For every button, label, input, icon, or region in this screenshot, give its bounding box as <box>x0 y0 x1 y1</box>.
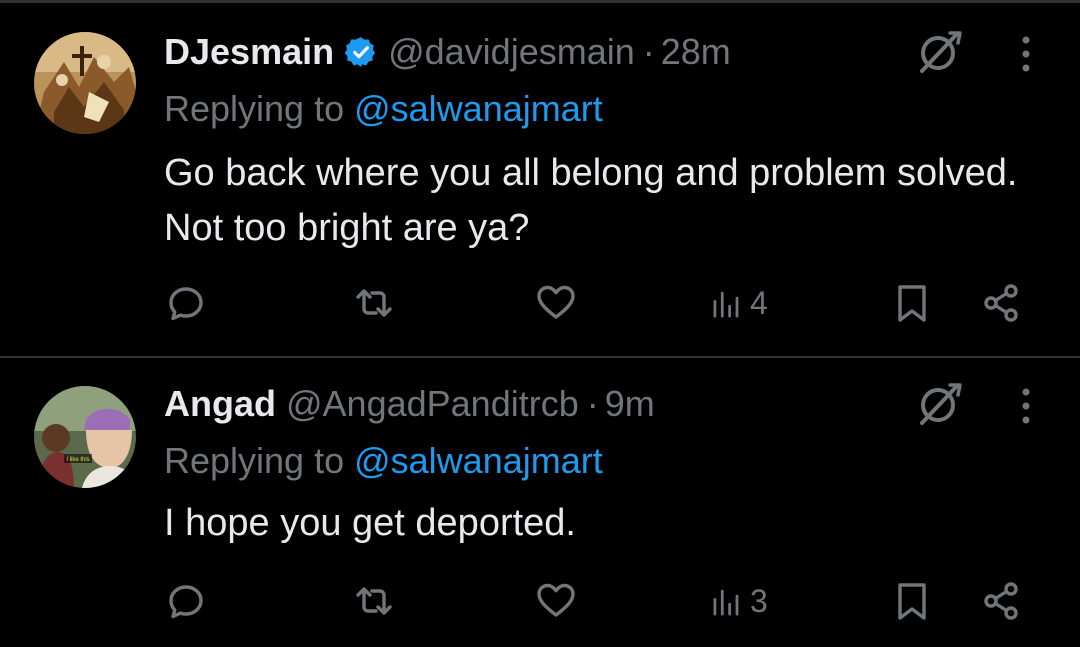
share-icon <box>984 582 1018 620</box>
views-button[interactable]: 4 <box>710 273 768 333</box>
views-count: 3 <box>750 582 768 619</box>
like-icon <box>537 285 575 319</box>
grok-icon[interactable] <box>914 27 964 77</box>
like-button[interactable] <box>534 571 578 631</box>
views-count: 4 <box>750 284 768 321</box>
views-button[interactable]: 3 <box>710 571 768 631</box>
views-icon <box>713 291 739 318</box>
tweet-header: Angad @AngadPanditrcb · 9m <box>164 374 655 434</box>
retweet-button[interactable] <box>352 571 396 631</box>
tweet[interactable]: I like this Angad @AngadPanditrcb · 9m R… <box>0 358 1080 647</box>
mention-link[interactable]: @salwanajmart <box>354 440 603 481</box>
separator-dot: · <box>586 383 599 424</box>
retweet-icon <box>356 587 392 615</box>
reply-button[interactable] <box>164 273 208 333</box>
bookmark-button[interactable] <box>890 571 934 631</box>
tweet-header: DJesmain @davidjesmain · 28m <box>164 22 731 82</box>
replying-to: Replying to @salwanajmart <box>164 88 603 130</box>
bookmark-button[interactable] <box>890 273 934 333</box>
tweet-text: Go back where you all belong and problem… <box>164 152 1018 249</box>
avatar-caption: I like this <box>66 457 89 463</box>
views-icon <box>713 589 739 616</box>
reply-icon <box>169 287 203 321</box>
more-icon[interactable] <box>1015 34 1037 74</box>
separator-dot: · <box>642 31 655 72</box>
display-name[interactable]: Angad <box>164 383 276 425</box>
tweet[interactable]: DJesmain @davidjesmain · 28m Replying to… <box>0 0 1080 358</box>
bookmark-icon <box>898 285 926 322</box>
share-button[interactable] <box>980 273 1024 333</box>
reply-icon <box>169 585 203 619</box>
handle[interactable]: @davidjesmain <box>388 31 635 73</box>
replying-prefix: Replying to <box>164 88 355 129</box>
timestamp[interactable]: 9m <box>605 383 655 425</box>
handle[interactable]: @AngadPanditrcb <box>286 383 579 425</box>
display-name[interactable]: DJesmain <box>164 31 334 73</box>
avatar[interactable] <box>34 32 136 134</box>
timestamp[interactable]: 28m <box>661 31 731 73</box>
replying-to: Replying to @salwanajmart <box>164 440 603 482</box>
replying-prefix: Replying to <box>164 440 355 481</box>
more-icon[interactable] <box>1015 386 1037 426</box>
retweet-button[interactable] <box>352 273 396 333</box>
share-button[interactable] <box>980 571 1024 631</box>
avatar[interactable]: I like this <box>34 386 136 488</box>
grok-icon[interactable] <box>914 379 964 429</box>
bookmark-icon <box>898 583 926 620</box>
retweet-icon <box>356 289 392 317</box>
verified-badge-icon <box>344 35 378 69</box>
share-icon <box>984 284 1018 322</box>
mention-link[interactable]: @salwanajmart <box>354 88 603 129</box>
action-bar: 4 <box>0 273 1080 333</box>
like-icon <box>537 583 575 617</box>
action-bar: 3 <box>0 571 1080 631</box>
like-button[interactable] <box>534 273 578 333</box>
reply-button[interactable] <box>164 571 208 631</box>
tweet-text: I hope you get deported. <box>164 502 576 544</box>
